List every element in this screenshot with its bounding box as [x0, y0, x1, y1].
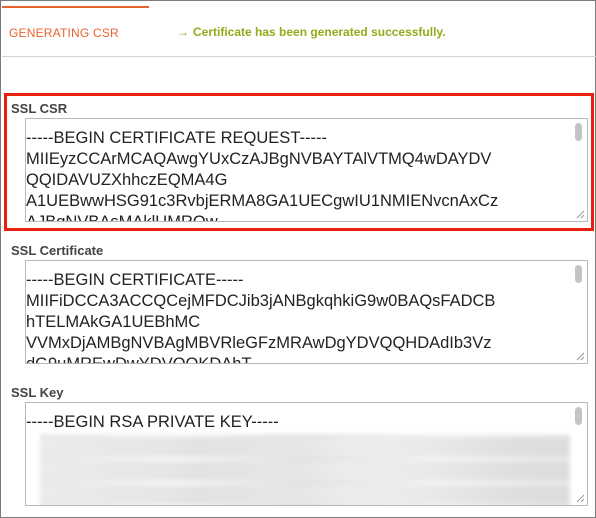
- header-divider: [2, 56, 596, 57]
- resize-grip-icon[interactable]: [575, 351, 585, 361]
- tab-generating-csr[interactable]: GENERATING CSR: [9, 26, 119, 40]
- success-message: → Certificate has been generated successf…: [177, 25, 446, 39]
- ssl-csr-scrollbar[interactable]: [572, 120, 586, 220]
- ssl-certificate-textarea[interactable]: -----BEGIN CERTIFICATE----- MIIFiDCCA3AC…: [25, 260, 588, 364]
- ssl-key-label: SSL Key: [11, 385, 64, 400]
- ssl-key-textarea[interactable]: -----BEGIN RSA PRIVATE KEY-----: [25, 402, 588, 506]
- resize-grip-icon[interactable]: [575, 209, 585, 219]
- ssl-csr-value: -----BEGIN CERTIFICATE REQUEST----- MIIE…: [26, 129, 499, 222]
- csr-panel: GENERATING CSR → Certificate has been gen…: [0, 0, 596, 518]
- ssl-csr-label: SSL CSR: [11, 101, 68, 116]
- ssl-key-scrollbar[interactable]: [572, 404, 586, 504]
- ssl-key-value: -----BEGIN RSA PRIVATE KEY-----: [26, 413, 279, 431]
- scroll-thumb[interactable]: [575, 265, 582, 283]
- active-tab-indicator: [2, 6, 149, 8]
- ssl-certificate-label: SSL Certificate: [11, 243, 104, 258]
- ssl-certificate-value: -----BEGIN CERTIFICATE----- MIIFiDCCA3AC…: [26, 271, 496, 364]
- ssl-csr-textarea[interactable]: -----BEGIN CERTIFICATE REQUEST----- MIIE…: [25, 118, 588, 222]
- ssl-certificate-scrollbar[interactable]: [572, 262, 586, 362]
- arrow-right-icon: →: [177, 25, 189, 39]
- scroll-thumb[interactable]: [575, 123, 582, 141]
- redacted-key-area: [40, 434, 570, 505]
- resize-grip-icon[interactable]: [575, 493, 585, 503]
- success-message-text: Certificate has been generated successfu…: [193, 25, 446, 39]
- scroll-thumb[interactable]: [575, 407, 582, 425]
